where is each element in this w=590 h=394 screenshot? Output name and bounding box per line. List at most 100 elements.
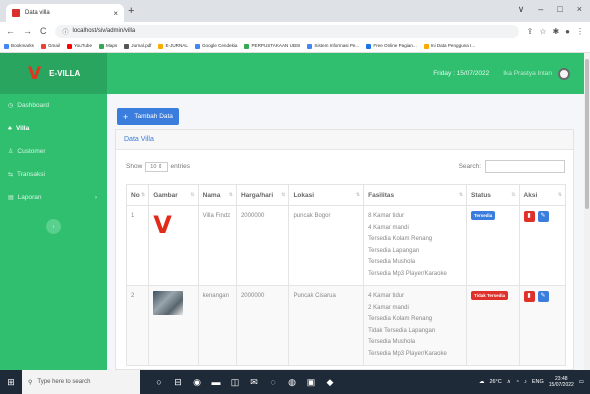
chrome-icon[interactable]: ◍ (287, 377, 297, 388)
search-input[interactable] (485, 160, 565, 173)
cell-status: Tersedia (466, 205, 520, 286)
maximize-button[interactable]: □ (557, 4, 562, 15)
facility-item: Tersedia Lapangan (368, 247, 420, 254)
bookmark-item[interactable]: Google Cendekia (194, 43, 237, 49)
notification-icon[interactable]: ▭ (579, 379, 584, 385)
status-badge: Tidak Tersedia (471, 291, 509, 300)
column-header[interactable]: Harga/hari ⇅ (235, 184, 290, 206)
bookmark-item[interactable]: Free Online Pagian... (366, 43, 417, 49)
bookmark-item[interactable]: Ini Data Pengguna I... (423, 43, 475, 49)
column-header[interactable]: Status ⇅ (466, 184, 520, 206)
cell-no: 1 (125, 205, 150, 286)
share-icon[interactable]: ⇪ (527, 27, 534, 36)
tab-close-icon[interactable]: × (113, 9, 118, 18)
url-bar[interactable]: ⓘ localhost/siv/admin/villa (54, 24, 519, 38)
file-explorer-icon[interactable]: ▬ (211, 377, 221, 388)
bookmark-item[interactable]: E-JURNAL (158, 43, 188, 49)
bookmark-label: PERPUSTAKAAN UBSI (251, 43, 301, 49)
bookmark-item[interactable]: Jurnal.pdf (124, 43, 151, 49)
taskbar-search[interactable]: ⚲ Type here to search (22, 370, 140, 394)
star-icon[interactable]: ☆ (539, 27, 546, 36)
scrollbar-thumb[interactable] (585, 59, 589, 209)
info-icon[interactable]: ⓘ (63, 27, 69, 36)
sort-icon[interactable]: ⇅ (141, 192, 145, 198)
user-name[interactable]: Ika Prastya Intan (503, 70, 552, 77)
back-icon[interactable]: ← (6, 26, 15, 36)
extensions-icon[interactable]: ✱ (552, 27, 559, 36)
entries-select[interactable]: 10 ⇕ (145, 161, 168, 172)
language-indicator[interactable]: ENG (532, 379, 544, 385)
widgets-icon[interactable]: ⊟ (173, 377, 183, 388)
cell-fasilitas: 4 Kamar tidur 2 Kamar mandi Tersedia Kolam… (363, 285, 468, 366)
sidebar-item-villa[interactable]: ♣ Villa (0, 117, 107, 140)
edge-icon[interactable]: ◉ (192, 377, 202, 388)
delete-button[interactable]: ▮ (523, 291, 535, 302)
app-icon[interactable]: ◆ (325, 377, 335, 388)
weather-icon[interactable]: ☁ (479, 379, 485, 385)
clock[interactable]: 23:48 15/07/2022 (549, 376, 574, 388)
edit-button[interactable]: ✎ (537, 291, 549, 302)
network-icon[interactable]: ◔ (516, 379, 519, 385)
column-header[interactable]: Aksi ⇅ (518, 184, 567, 206)
sort-icon[interactable]: ⇅ (511, 192, 515, 198)
tab-search-icon[interactable]: ∨ (518, 4, 525, 15)
bookmark-icon (158, 43, 164, 49)
store-icon[interactable]: ◫ (230, 377, 240, 388)
cell-image (148, 285, 199, 366)
data-card: Data Villa Show 10 ⇕ entries Search: No ⇅… (115, 129, 574, 370)
edit-button[interactable]: ✎ (537, 211, 549, 222)
browser-tab[interactable]: Data villa × (6, 4, 124, 22)
whatsapp-icon[interactable]: ◌ (268, 377, 278, 388)
page-scrollbar[interactable] (584, 53, 590, 370)
windows-start-icon[interactable]: ⊞ (0, 370, 22, 394)
sidebar-toggle-button[interactable]: ‹ (46, 219, 61, 234)
column-header[interactable]: Nama ⇅ (197, 184, 237, 206)
bookmark-item[interactable]: PERPUSTAKAAN UBSI (244, 43, 301, 49)
new-tab-button[interactable]: + (128, 5, 134, 17)
facility-item: 4 Kamar tidur (368, 293, 405, 299)
add-data-button[interactable]: + Tambah Data (117, 108, 179, 125)
bookmark-item[interactable]: YouTube (66, 43, 92, 49)
forward-icon[interactable]: → (23, 26, 32, 36)
facility-item: Tersedia Mushola (368, 259, 416, 265)
reload-icon[interactable]: C (40, 26, 47, 36)
profile-icon[interactable]: ● (565, 27, 570, 36)
word-icon[interactable]: ▣ (306, 377, 316, 388)
bookmark-label: Sistem Informasi Pe... (314, 43, 360, 49)
minimize-button[interactable]: – (538, 4, 543, 15)
sidebar-item-laporan[interactable]: ▤ Laporan › (0, 186, 107, 209)
sort-icon[interactable]: ⇅ (459, 192, 463, 198)
task-view-icon[interactable]: ○ (154, 377, 164, 388)
sidebar-item-transaksi[interactable]: ⇆ Transaksi (0, 163, 107, 186)
sidebar-item-dashboard[interactable]: ◷ Dashboard (0, 94, 107, 117)
close-window-button[interactable]: × (577, 4, 582, 15)
brand[interactable]: V E-VILLA (0, 53, 107, 94)
sort-icon[interactable]: ⇅ (190, 192, 194, 198)
bookmark-icon (66, 43, 72, 49)
bookmark-item[interactable]: Gmail (40, 43, 60, 49)
sidebar-item-customer[interactable]: ♙ Customer (0, 140, 107, 163)
chevron-right-icon: › (94, 194, 97, 201)
user-avatar[interactable] (558, 67, 570, 80)
sort-icon[interactable]: ⇅ (558, 192, 562, 198)
sort-icon[interactable]: ⇅ (229, 192, 233, 198)
mail-icon[interactable]: ✉ (249, 377, 259, 388)
tray-up-icon[interactable]: ∧ (507, 379, 511, 385)
volume-icon[interactable]: ♪ (524, 379, 527, 385)
column-header[interactable]: Fasilitas ⇅ (363, 184, 468, 206)
bookmark-item[interactable]: Sistem Informasi Pe... (307, 43, 360, 49)
search-icon: ⚲ (28, 379, 33, 386)
bookmark-icon (307, 43, 313, 49)
bookmark-item[interactable]: Bookmarks (4, 43, 34, 49)
column-header[interactable]: Lokasi ⇅ (288, 184, 365, 206)
weather-temp[interactable]: 26°C (489, 379, 501, 385)
bookmark-item[interactable]: Maps (99, 43, 117, 49)
sort-icon[interactable]: ⇅ (356, 192, 360, 198)
cell-actions: ▮ ✎ (518, 285, 567, 366)
delete-button[interactable]: ▮ (523, 211, 535, 222)
menu-icon[interactable]: ⋮ (576, 27, 584, 36)
column-header[interactable]: Gambar ⇅ (148, 184, 199, 206)
sort-icon[interactable]: ⇅ (281, 192, 285, 198)
bookmark-label: Bookmarks (11, 43, 34, 49)
column-header[interactable]: No ⇅ (125, 184, 150, 206)
